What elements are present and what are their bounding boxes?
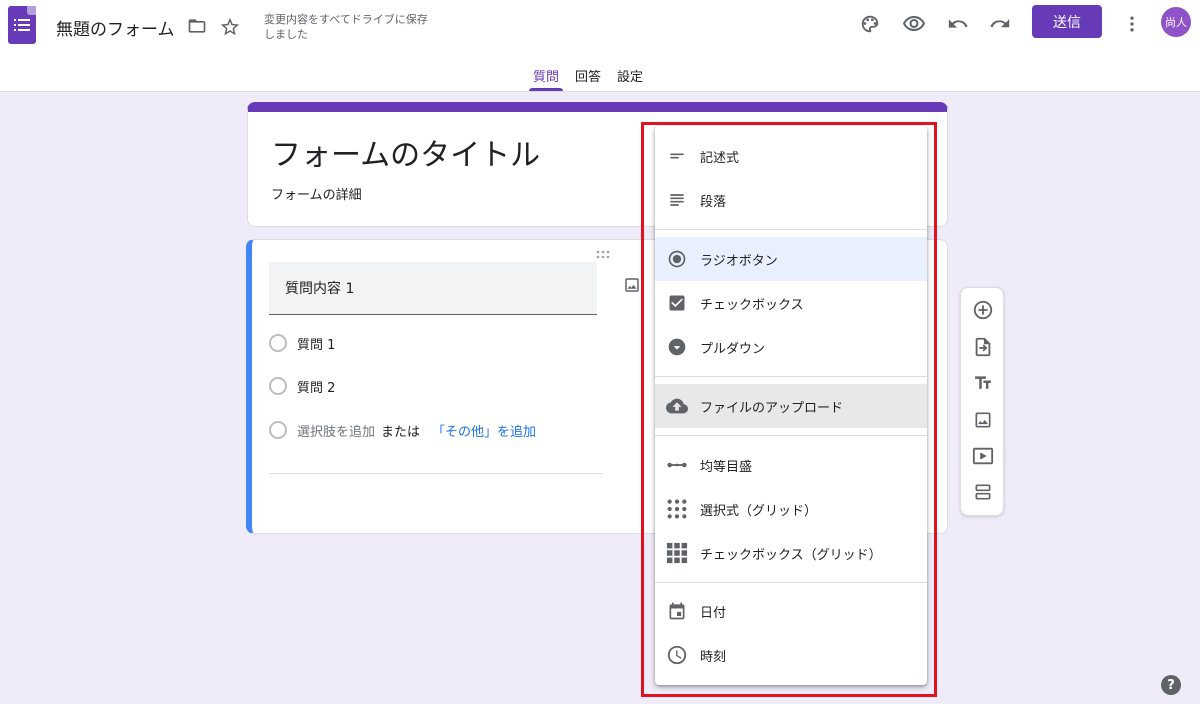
- menu-item-label: 均等目盛: [700, 459, 753, 475]
- menu-item-checkbox-grid[interactable]: チェックボックス（グリッド）: [655, 531, 927, 575]
- document-title[interactable]: 無題のフォーム: [56, 15, 175, 40]
- more-vert-icon[interactable]: [1118, 10, 1146, 38]
- add-question-icon[interactable]: [970, 297, 996, 323]
- menu-item-multiple-choice-grid[interactable]: 選択式（グリッド）: [655, 487, 927, 531]
- tab-settings[interactable]: 設定: [609, 66, 651, 91]
- menu-item-label: 日付: [700, 605, 727, 621]
- menu-item-linear-scale[interactable]: 均等目盛: [655, 443, 927, 487]
- forms-logo-icon[interactable]: [8, 6, 36, 44]
- menu-item-label: 記述式: [700, 150, 740, 166]
- menu-item-label: プルダウン: [700, 341, 766, 357]
- avatar[interactable]: 尚人: [1161, 7, 1191, 37]
- redo-icon[interactable]: [986, 10, 1014, 38]
- send-button[interactable]: 送信: [1032, 5, 1102, 38]
- palette-icon[interactable]: [856, 10, 884, 38]
- undo-icon[interactable]: [944, 10, 972, 38]
- checkbox-icon: [665, 291, 689, 315]
- menu-divider: [655, 229, 927, 230]
- option-row[interactable]: 質問 2: [269, 375, 335, 397]
- calendar-icon: [665, 599, 689, 623]
- add-option-row: 選択肢を追加 または 「その他」を追加: [269, 419, 536, 441]
- menu-divider: [655, 435, 927, 436]
- option-label[interactable]: 質問 1: [297, 334, 335, 353]
- cloud-upload-icon: [665, 394, 689, 418]
- radio-icon: [269, 334, 287, 352]
- clock-icon: [665, 643, 689, 667]
- add-image-icon[interactable]: [623, 276, 641, 298]
- or-text: または: [381, 424, 421, 440]
- add-option-link[interactable]: 選択肢を追加: [297, 421, 375, 440]
- menu-divider: [655, 376, 927, 377]
- tab-responses[interactable]: 回答: [567, 66, 609, 91]
- question-title-input[interactable]: 質問内容 1: [269, 262, 597, 315]
- dots-grid-icon: [665, 497, 689, 521]
- menu-item-label: 段落: [700, 194, 727, 210]
- radio-icon: [269, 421, 287, 439]
- add-section-icon[interactable]: [970, 479, 996, 505]
- menu-item-label: チェックボックス: [700, 297, 804, 313]
- add-video-icon[interactable]: [970, 443, 996, 469]
- add-title-icon[interactable]: [970, 370, 996, 396]
- import-questions-icon[interactable]: [970, 334, 996, 360]
- menu-divider: [655, 582, 927, 583]
- menu-item-label: ファイルのアップロード: [700, 400, 844, 416]
- side-toolbar: [960, 287, 1004, 516]
- tab-bar: 質問 回答 設定: [525, 66, 651, 91]
- menu-item-label: 時刻: [700, 649, 727, 665]
- folder-icon[interactable]: [186, 16, 208, 40]
- linear-scale-icon: [665, 453, 689, 477]
- menu-item-paragraph[interactable]: 段落: [655, 178, 927, 222]
- radio-button-icon: [665, 247, 689, 271]
- add-image-icon[interactable]: [970, 407, 996, 433]
- form-title[interactable]: フォームのタイトル: [271, 130, 540, 174]
- menu-item-radio[interactable]: ラジオボタン: [655, 237, 927, 281]
- divider: [269, 473, 603, 474]
- checkbox-grid-icon: [665, 541, 689, 565]
- menu-item-label: ラジオボタン: [700, 253, 778, 269]
- star-icon[interactable]: [219, 16, 241, 42]
- save-status: 変更内容をすべてドライブに保存しました: [264, 13, 428, 41]
- menu-item-time[interactable]: 時刻: [655, 633, 927, 677]
- short-text-icon: [665, 144, 689, 168]
- question-type-menu: 記述式 段落 ラジオボタン チェックボックス プルダウン ファイルのアップロード: [655, 126, 927, 685]
- menu-item-checkbox[interactable]: チェックボックス: [655, 281, 927, 325]
- drag-handle-icon[interactable]: [595, 245, 611, 264]
- option-row[interactable]: 質問 1: [269, 332, 335, 354]
- paragraph-icon: [665, 188, 689, 212]
- menu-item-label: 選択式（グリッド）: [700, 503, 818, 519]
- add-other-link[interactable]: 「その他」を追加: [432, 421, 536, 440]
- preview-eye-icon[interactable]: [900, 10, 928, 38]
- menu-item-file-upload[interactable]: ファイルのアップロード: [655, 384, 927, 428]
- help-icon[interactable]: ?: [1161, 675, 1181, 695]
- menu-item-short-answer[interactable]: 記述式: [655, 134, 927, 178]
- menu-item-dropdown[interactable]: プルダウン: [655, 325, 927, 369]
- radio-icon: [269, 377, 287, 395]
- menu-item-label: チェックボックス（グリッド）: [700, 547, 882, 563]
- header: 無題のフォーム 変更内容をすべてドライブに保存しました 送信 尚人 質問 回答 …: [0, 0, 1200, 92]
- menu-item-date[interactable]: 日付: [655, 589, 927, 633]
- form-description[interactable]: フォームの詳細: [271, 184, 362, 203]
- dropdown-icon: [665, 335, 689, 359]
- option-label[interactable]: 質問 2: [297, 377, 335, 396]
- tab-questions[interactable]: 質問: [525, 66, 567, 91]
